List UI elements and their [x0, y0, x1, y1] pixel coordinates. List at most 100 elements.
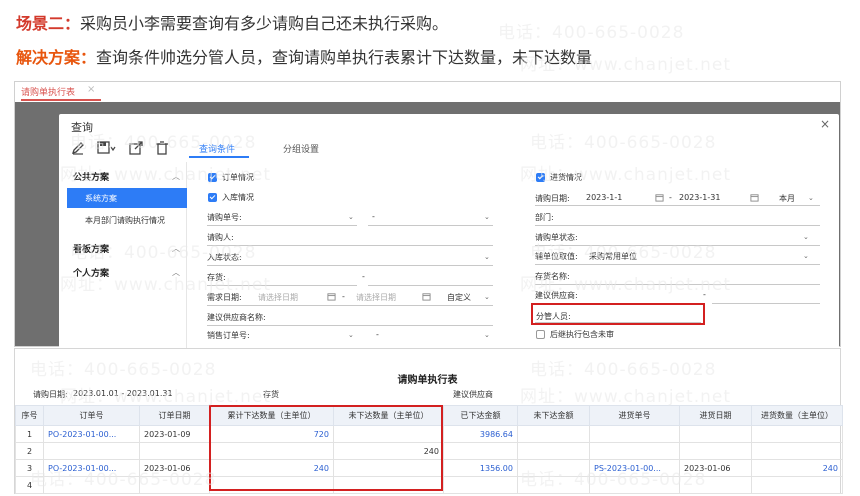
req-date-mode-select[interactable]: 本月 [779, 193, 795, 204]
calendar-icon[interactable] [327, 292, 336, 301]
inv-name-input[interactable] [535, 284, 820, 285]
inv-name-label: 存货名称: [535, 272, 570, 281]
purchase-qty[interactable] [751, 425, 843, 443]
req-date-to-input[interactable]: 2023-1-31 [679, 193, 720, 202]
calendar-icon[interactable] [655, 193, 664, 202]
chevron-down-icon[interactable]: ⌄ [484, 331, 490, 339]
column-header[interactable]: 进货日期 [679, 405, 752, 426]
include-unaudited-checkbox[interactable] [536, 330, 545, 339]
column-header[interactable]: 订单号 [43, 405, 140, 426]
order-status-label: 订单情况 [222, 173, 254, 182]
active-tab-indicator [21, 99, 101, 101]
chevron-up-icon[interactable]: ︿ [172, 243, 180, 254]
column-header[interactable]: 未下达金额 [517, 405, 590, 426]
purchase-qty[interactable] [751, 442, 843, 460]
tab-group-settings[interactable]: 分组设置 [283, 142, 319, 155]
stock-state-select[interactable] [207, 265, 493, 266]
export-icon[interactable] [129, 141, 143, 155]
sidebar-group-board[interactable]: 看板方案 [73, 242, 109, 255]
chevron-down-icon[interactable]: ⌄ [484, 213, 490, 221]
tab-close-icon[interactable]: × [87, 84, 95, 95]
department-input[interactable] [535, 225, 820, 226]
column-header[interactable]: 订单日期 [139, 405, 210, 426]
chevron-down-icon[interactable]: ⌄ [484, 253, 490, 261]
sidebar-item-system-scheme[interactable]: 系统方案 [67, 188, 187, 208]
chevron-up-icon[interactable]: ︿ [172, 267, 180, 278]
chevron-down-icon[interactable]: ⌄ [348, 331, 354, 339]
calendar-icon[interactable] [422, 292, 431, 301]
supplier-label: 建议供应商: [535, 291, 578, 300]
req-no-from-input[interactable] [207, 225, 357, 226]
column-header[interactable]: 进货单号 [589, 405, 680, 426]
need-date-mode-select[interactable]: 自定义 [447, 292, 471, 303]
purchase-no-link[interactable] [589, 425, 680, 443]
order-date [139, 476, 210, 494]
delete-icon[interactable] [155, 141, 169, 155]
order-date: 2023-01-06 [139, 459, 210, 477]
issued-amount[interactable] [443, 476, 518, 494]
solution-heading: 解决方案：查询条件帅选分管人员，查询请购单执行表累计下达数量，未下达数量 [16, 44, 592, 68]
calendar-icon[interactable] [750, 193, 759, 202]
sidebar-group-personal[interactable]: 个人方案 [73, 266, 109, 279]
column-header[interactable]: 进货数量（主单位） [751, 405, 843, 426]
scene-heading: 场景二：采购员小李需要查询有多少请购自己还未执行采购。 [16, 10, 448, 34]
purchase-date: 2023-01-06 [679, 459, 752, 477]
pending-amount [517, 425, 590, 443]
issued-amount[interactable]: 3986.64 [443, 425, 518, 443]
include-unaudited-label: 后继执行包含未审 [550, 330, 614, 339]
chevron-down-icon[interactable]: ⌄ [348, 213, 354, 221]
sidebar-group-public[interactable]: 公共方案 [73, 170, 109, 183]
stock-status-checkbox[interactable] [208, 193, 217, 202]
inventory-label: 存货: [207, 273, 226, 282]
purchase-no-link[interactable]: PS-2023-01-00... [589, 459, 680, 477]
order-no-link[interactable]: PO-2023-01-00... [43, 459, 140, 477]
requester-input[interactable] [207, 245, 493, 246]
chevron-up-icon[interactable]: ︿ [172, 171, 180, 182]
tab-query-conditions[interactable]: 查询条件 [199, 142, 235, 155]
purchase-no-link[interactable] [589, 476, 680, 494]
row-index: 4 [15, 476, 44, 494]
tab-requisition-report[interactable]: 请购单执行表 [21, 85, 75, 98]
dialog-close-icon[interactable]: × [820, 117, 830, 131]
chevron-down-icon[interactable]: ⌄ [803, 252, 809, 260]
chevron-down-icon[interactable]: ⌄ [808, 194, 814, 202]
order-no-link[interactable] [43, 442, 140, 460]
inventory-from-input[interactable] [207, 285, 357, 286]
column-header[interactable]: 序号 [15, 405, 44, 426]
pending-amount [517, 459, 590, 477]
sales-no-label: 销售订单号: [207, 331, 250, 340]
need-date-underline [207, 305, 493, 306]
req-state-select[interactable] [535, 245, 820, 246]
inventory-to-input[interactable] [368, 285, 493, 286]
stock-state-label: 入库状态: [207, 253, 242, 262]
order-no-link[interactable] [43, 476, 140, 494]
issued-amount[interactable] [443, 442, 518, 460]
purchase-qty[interactable]: 240 [751, 459, 843, 477]
need-date-label: 需求日期: [207, 293, 242, 302]
req-no-to-input[interactable] [368, 225, 493, 226]
column-header[interactable]: 已下达金额 [443, 405, 518, 426]
report-inventory-label: 存货 [263, 390, 279, 399]
purchase-no-link[interactable] [589, 442, 680, 460]
req-date-from-input[interactable]: 2023-1-1 [586, 193, 622, 202]
report-supplier-label: 建议供应商 [453, 390, 493, 399]
order-no-link[interactable]: PO-2023-01-00... [43, 425, 140, 443]
need-date-from-input[interactable]: 请选择日期 [258, 292, 298, 303]
supplier-dash: - [703, 290, 706, 299]
need-date-to-input[interactable]: 请选择日期 [356, 292, 396, 303]
sidebar-item-monthly-dept[interactable]: 本月部门请购执行情况 [67, 210, 187, 230]
purchase-status-checkbox[interactable] [536, 173, 545, 182]
chevron-down-icon[interactable]: ⌄ [803, 233, 809, 241]
purchase-qty[interactable] [751, 476, 843, 494]
supplier-to-input[interactable] [712, 303, 820, 304]
aux-unit-select[interactable]: 采购常用单位 [589, 251, 637, 262]
req-date-label: 请购日期: [535, 194, 570, 203]
edit-icon[interactable] [71, 141, 85, 155]
need-date-dash: - [342, 292, 345, 301]
save-icon[interactable] [97, 141, 117, 155]
req-date-underline [535, 205, 820, 206]
order-status-checkbox[interactable] [208, 173, 217, 182]
issued-amount[interactable]: 1356.00 [443, 459, 518, 477]
chevron-down-icon[interactable]: ⌄ [484, 293, 490, 301]
supplier-name-input[interactable] [207, 325, 493, 326]
